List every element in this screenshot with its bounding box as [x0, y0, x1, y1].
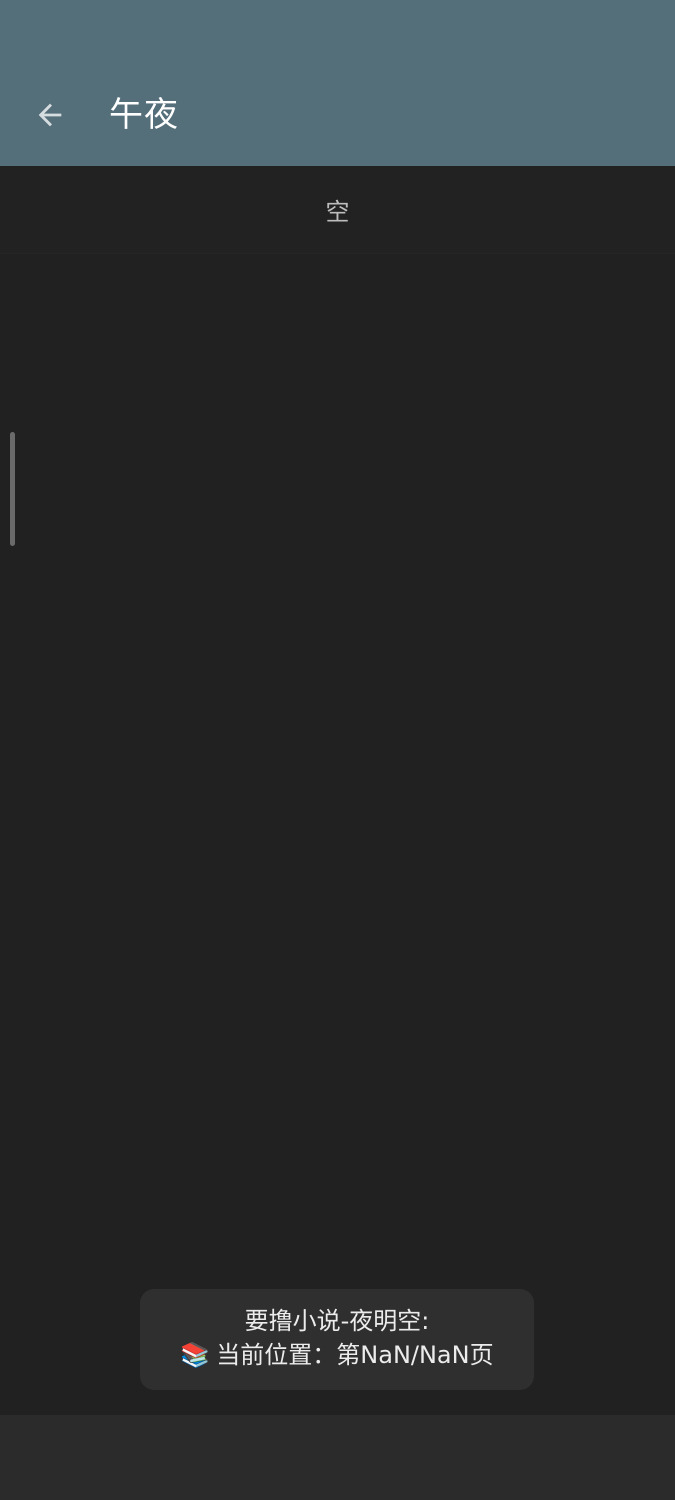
app-bar: 午夜 — [0, 0, 675, 166]
scrollbar-thumb[interactable] — [10, 432, 15, 546]
toast-message: 要撸小说-夜明空: 📚 当前位置：第NaN/NaN页 — [140, 1289, 534, 1390]
toast-position-line: 📚 当前位置：第NaN/NaN页 — [140, 1338, 534, 1372]
empty-list-row: 空 — [0, 166, 675, 254]
empty-label: 空 — [325, 198, 350, 226]
toast-position-text: 当前位置：第NaN/NaN页 — [216, 1341, 494, 1369]
arrow-back-icon — [38, 103, 62, 127]
bottom-navigation-area — [0, 1415, 675, 1500]
books-icon: 📚 — [180, 1341, 211, 1369]
reader-screen: 午夜 空 要撸小说-夜明空: 📚 当前位置：第NaN/NaN页 — [0, 0, 675, 1500]
toast-title: 要撸小说-夜明空: — [244, 1307, 430, 1335]
page-title: 午夜 — [109, 95, 179, 135]
back-button[interactable] — [26, 91, 74, 139]
